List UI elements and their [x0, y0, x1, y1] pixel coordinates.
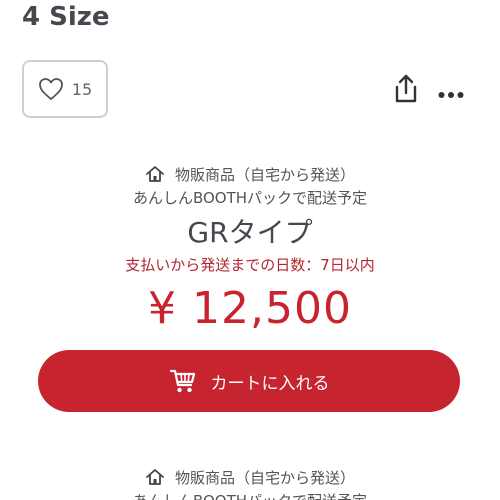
more-icon[interactable] — [438, 84, 464, 98]
ship-type-label: 物販商品（自宅から発送） — [174, 165, 355, 184]
ship-type-label: 物販商品（自宅から発送） — [174, 468, 355, 487]
ship-pack-label: あんしんBOOTHパックで配送予定 — [132, 189, 368, 207]
product-page: 4 Size 15 物販商品（自宅から発送） あんしんBOOTHパックで配送予定… — [0, 0, 500, 500]
home-icon — [145, 468, 165, 486]
heart-icon — [38, 77, 64, 101]
like-button[interactable]: 15 — [22, 60, 108, 118]
price: ¥ 12,500 — [148, 283, 352, 334]
cart-icon — [169, 368, 197, 394]
variant-name: GRタイプ — [187, 216, 313, 249]
add-to-cart-label: カートに入れる — [210, 373, 330, 394]
shipping-days-notice: 支払いから発送までの日数：7日以内 — [125, 256, 375, 274]
variant-card: 物販商品（自宅から発送） あんしんBOOTHパックで配送予定 GRタイプ 支払い… — [0, 163, 500, 337]
add-to-cart-button[interactable]: カートに入れる — [38, 350, 460, 412]
home-icon — [145, 165, 165, 183]
share-icon[interactable] — [393, 74, 419, 104]
ship-pack-label: あんしんBOOTHパックで配送予定 — [0, 490, 500, 500]
page-title: 4 Size — [22, 2, 110, 32]
ship-type-row: 物販商品（自宅から発送） — [0, 466, 500, 488]
variant-card: 物販商品（自宅から発送） あんしんBOOTHパックで配送予定 — [0, 466, 500, 500]
ship-type-row: 物販商品（自宅から発送） — [0, 163, 500, 185]
like-count: 15 — [71, 79, 93, 99]
